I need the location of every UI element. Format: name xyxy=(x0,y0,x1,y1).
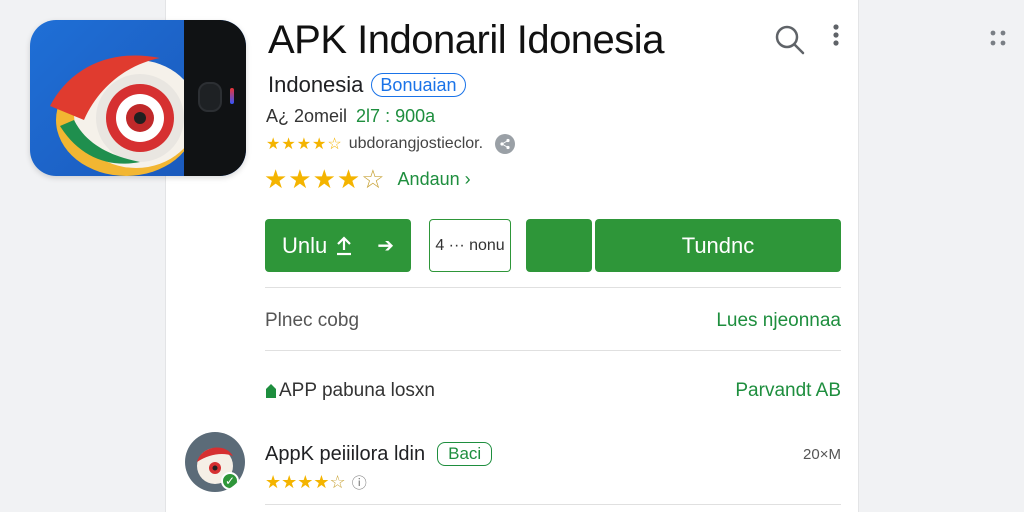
device-indicator xyxy=(230,88,234,104)
chevron-right-icon: › xyxy=(464,169,471,189)
info-row-2-link[interactable]: Parvandt AB xyxy=(735,380,841,402)
divider xyxy=(265,350,841,351)
rating-stars-small: ★★★★☆ xyxy=(266,136,343,153)
app-icon-device-edge xyxy=(184,20,246,176)
stars-filled: ★★★★ xyxy=(264,164,362,194)
reviews-link-label: Andaun xyxy=(397,169,460,189)
related-app-avatar: ✓ xyxy=(185,432,245,492)
verified-check-icon: ✓ xyxy=(221,472,239,490)
search-icon xyxy=(775,25,805,55)
info-row-1-label: Plnec cobg xyxy=(265,310,360,331)
rating-text: ubdorangjostieclor. xyxy=(348,135,484,152)
related-app-badge: Baci xyxy=(437,442,493,466)
upload-icon xyxy=(337,235,352,255)
search-button[interactable] xyxy=(774,24,806,56)
secondary-outline-button[interactable]: 4 ··· nonu xyxy=(429,219,511,272)
divider xyxy=(265,287,841,288)
primary-button[interactable]: Unlu ➔ xyxy=(265,219,411,272)
more-options-button[interactable] xyxy=(826,22,846,50)
more-vert-icon xyxy=(833,24,839,46)
app-title: APK Indonaril Idonesia xyxy=(268,18,664,62)
grid-dots-icon xyxy=(990,30,1006,46)
rating-large-row: ★★★★☆ Andaun › xyxy=(264,164,471,195)
reviews-link[interactable]: Andaun › xyxy=(398,169,471,190)
rating-stars-large: ★★★★☆ xyxy=(264,164,386,195)
related-stars: ★★★★☆ xyxy=(265,472,346,493)
forward-arrow-icon: ➔ xyxy=(377,235,394,257)
related-app-title: AppK peiiilora ldin xyxy=(265,442,426,465)
rating-summary-row: ★★★★☆ ubdorangjostieclor. xyxy=(266,134,516,154)
install-split-button-left[interactable] xyxy=(526,219,592,272)
secondary-button-label: 4 ··· nonu xyxy=(435,236,505,254)
divider xyxy=(265,504,841,505)
related-app-size: 20×M xyxy=(803,446,841,463)
info-row-1[interactable]: Plnec cobg Lues njeonnaa xyxy=(265,310,841,332)
developer-chip[interactable]: Bonuaian xyxy=(371,73,466,97)
related-app-item[interactable]: ✓ AppK peiiilora ldin Baci 20×M ★★★★☆ ⓘ xyxy=(185,432,841,496)
app-small-icon xyxy=(266,384,276,398)
related-app-title-row: AppK peiiilora ldin Baci xyxy=(265,442,493,466)
install-button-label: Tundnc xyxy=(681,232,755,258)
action-buttons: Unlu ➔ 4 ··· nonu Tundnc xyxy=(265,219,841,272)
primary-button-label: Unlu xyxy=(281,232,328,258)
meta-prefix: A¿ 2omeil xyxy=(266,106,348,126)
related-stars-filled: ★★★★ xyxy=(265,472,330,492)
related-star-empty: ☆ xyxy=(329,472,346,492)
info-row-2[interactable]: APP pabuna losxn Parvandt AB xyxy=(265,380,841,402)
related-app-rating: ★★★★☆ ⓘ xyxy=(265,472,367,493)
developer-row: Indonesia Bonuaian xyxy=(268,72,466,98)
info-row-2-label-wrap: APP pabuna losxn xyxy=(265,380,435,402)
info-row-1-link[interactable]: Lues njeonnaa xyxy=(716,310,841,332)
device-button-shape xyxy=(198,82,222,112)
share-glyph xyxy=(500,138,510,150)
info-icon: ⓘ xyxy=(351,475,367,492)
apps-grid-button[interactable] xyxy=(986,26,1010,50)
info-row-2-label: APP pabuna losxn xyxy=(279,380,435,401)
install-button[interactable]: Tundnc xyxy=(595,219,841,272)
developer-name[interactable]: Indonesia xyxy=(268,72,363,98)
star-empty: ☆ xyxy=(361,164,386,194)
app-icon[interactable] xyxy=(30,20,246,176)
share-icon[interactable] xyxy=(495,134,516,154)
app-meta: A¿ 2omeil 2l7 : 900a xyxy=(266,106,435,127)
meta-version: 2l7 : 900a xyxy=(356,106,436,126)
